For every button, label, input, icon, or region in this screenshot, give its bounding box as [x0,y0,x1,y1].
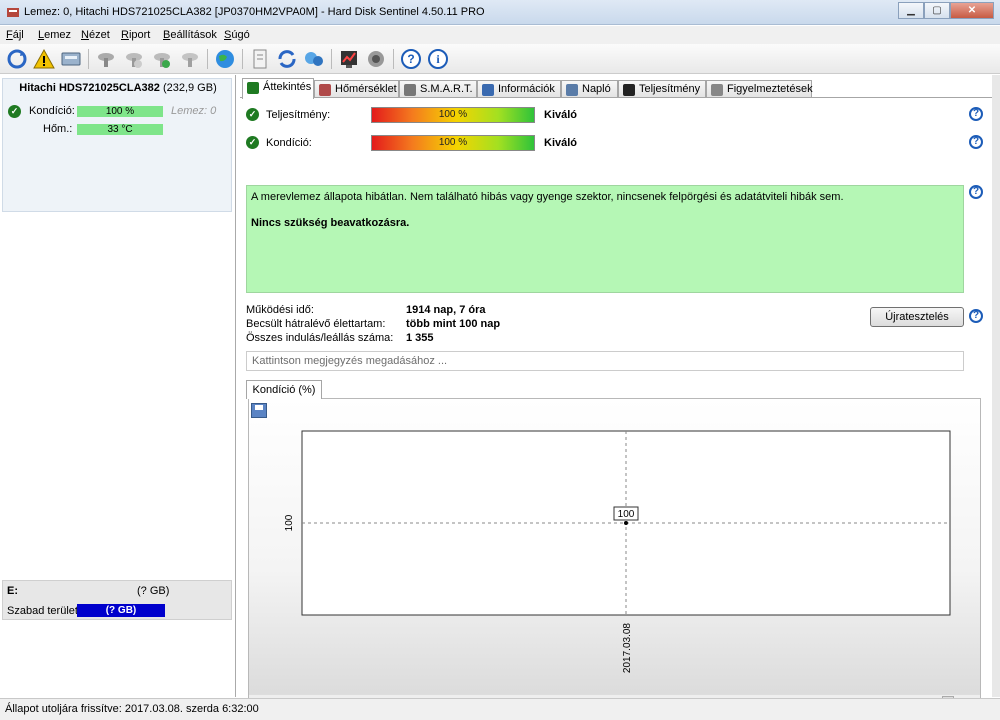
lifetime-value: több mint 100 nap [406,318,501,330]
volume-letter: E: [7,585,18,597]
menu-settings[interactable]: Beállítások [163,29,217,41]
volume-size: (? GB) [137,585,170,597]
disk-entry[interactable]: Hitachi HDS721025CLA382 (232,9 GB) ✓ Kon… [2,78,232,212]
condition-bar: 100 % [371,135,535,151]
tab-bar: Áttekintés Hőmérséklet S.M.A.R.T. Inform… [240,78,992,99]
performance-bar: 100 % [371,107,535,123]
network-icon[interactable] [303,48,325,70]
free-space-bar: (? GB) [77,604,165,617]
svg-text:?: ? [407,52,414,66]
x-tick-label: 2017.03.08 [622,623,633,673]
warning-icon[interactable] [33,48,55,70]
chart-tab-condition[interactable]: Kondíció (%) [246,380,322,399]
sync-icon[interactable] [276,48,298,70]
toolbar: ? i [0,44,1000,74]
performance-check-icon: ✓ [246,108,259,121]
check-icon: ✓ [8,105,21,118]
overview-tab-icon [247,82,259,94]
performance-rating: Kiváló [544,109,578,121]
data-label: 100 [618,509,635,520]
condition-bar: 100 % [77,106,163,117]
main-panel: Áttekintés Hőmérséklet S.M.A.R.T. Inform… [240,75,992,709]
tab-information[interactable]: Információk [477,80,561,98]
title-bar: Lemez: 0, Hitachi HDS721025CLA382 [JP037… [0,0,1000,25]
thermometer-icon [319,84,331,96]
starts-value: 1 355 [406,332,434,344]
disk-number-label: Lemez: 0 [171,105,217,117]
window-title: Lemez: 0, Hitachi HDS721025CLA382 [JP037… [24,6,485,18]
condition-label: Kondíció: [29,105,75,117]
uptime-label: Működési idő: [246,304,314,316]
note-input[interactable]: Kattintson megjegyzés megadásához ... [246,351,964,371]
status-description: A merevlemez állapota hibátlan. Nem talá… [251,191,844,203]
condition-label: Kondíció: [266,137,312,149]
help-icon[interactable]: ? [400,48,422,70]
disk-size: (232,9 GB) [162,82,217,94]
smart-icon [404,84,416,96]
tab-log[interactable]: Napló [561,80,618,98]
tab-temperature[interactable]: Hőmérséklet [314,80,399,98]
disk-tool-3-icon[interactable] [179,48,201,70]
temperature-bar: 33 °C [77,124,163,135]
y-tick-label: 100 [284,514,295,531]
document-icon[interactable] [249,48,271,70]
chart-area: 1002017.03.08100 ◂ ▸ [248,398,981,709]
performance-icon [623,84,635,96]
minimize-button[interactable]: ▁ [898,2,924,19]
menu-disk[interactable]: Lemez [38,29,71,41]
performance-help-icon[interactable]: ? [969,107,983,121]
tab-smart[interactable]: S.M.A.R.T. [399,80,477,98]
speaker-icon[interactable] [365,48,387,70]
globe-icon[interactable] [214,48,236,70]
refresh-icon[interactable] [6,48,28,70]
disk-list-panel: Hitachi HDS721025CLA382 (232,9 GB) ✓ Kon… [0,75,236,697]
data-point [624,521,628,525]
menu-file[interactable]: Fájl [6,29,24,41]
right-edge [992,75,1000,697]
free-space-label: Szabad terület [7,605,78,617]
menu-bar: Fájl Lemez Nézet Riport Beállítások Súgó [0,26,1000,44]
performance-label: Teljesítmény: [266,109,331,121]
disk-tool-1-icon[interactable] [95,48,117,70]
condition-rating: Kiváló [544,137,578,149]
retest-button[interactable]: Újratesztelés [870,307,964,327]
maximize-button[interactable]: ▢ [924,2,950,19]
condition-help-icon[interactable]: ? [969,135,983,149]
status-recommendation: Nincs szükség beavatkozásra. [251,217,410,229]
app-icon [7,8,19,17]
lifetime-label: Becsült hátralévő élettartam: [246,318,386,330]
status-bar: Állapot utoljára frissítve: 2017.03.08. … [0,698,1000,720]
condition-chart: 100 2017.03.08 100 [284,430,951,673]
volume-entry[interactable]: E: (? GB) Szabad terület (? GB) [2,580,232,620]
tab-performance[interactable]: Teljesítmény [618,80,706,98]
starts-label: Összes indulás/leállás száma: [246,332,394,344]
log-icon [566,84,578,96]
info-help-icon[interactable]: ? [969,185,983,199]
uptime-value: 1914 nap, 7 óra [406,304,486,316]
menu-view[interactable]: Nézet [81,29,110,41]
temperature-label: Hőm.: [43,123,73,135]
disk-tool-2-icon[interactable] [123,48,145,70]
close-button[interactable]: ✕ [950,2,994,19]
status-info-box: A merevlemez állapota hibátlan. Nem talá… [246,185,964,293]
chart-report-icon[interactable] [338,48,360,70]
information-icon [482,84,494,96]
condition-check-icon: ✓ [246,136,259,149]
alerts-icon [711,84,723,96]
overview-panel: ✓ Teljesítmény: 100 % Kiváló ? ✓ Kondíci… [240,97,992,709]
retest-help-icon[interactable]: ? [969,309,983,323]
info-icon[interactable]: i [427,48,449,70]
menu-report[interactable]: Riport [121,29,150,41]
tab-overview[interactable]: Áttekintés [242,78,314,99]
tab-alerts[interactable]: Figyelmeztetések [706,80,813,98]
disk-check-icon[interactable] [151,48,173,70]
disk-name: Hitachi HDS721025CLA382 [19,82,160,94]
menu-help[interactable]: Súgó [224,29,250,41]
disk-image-icon[interactable] [60,48,82,70]
